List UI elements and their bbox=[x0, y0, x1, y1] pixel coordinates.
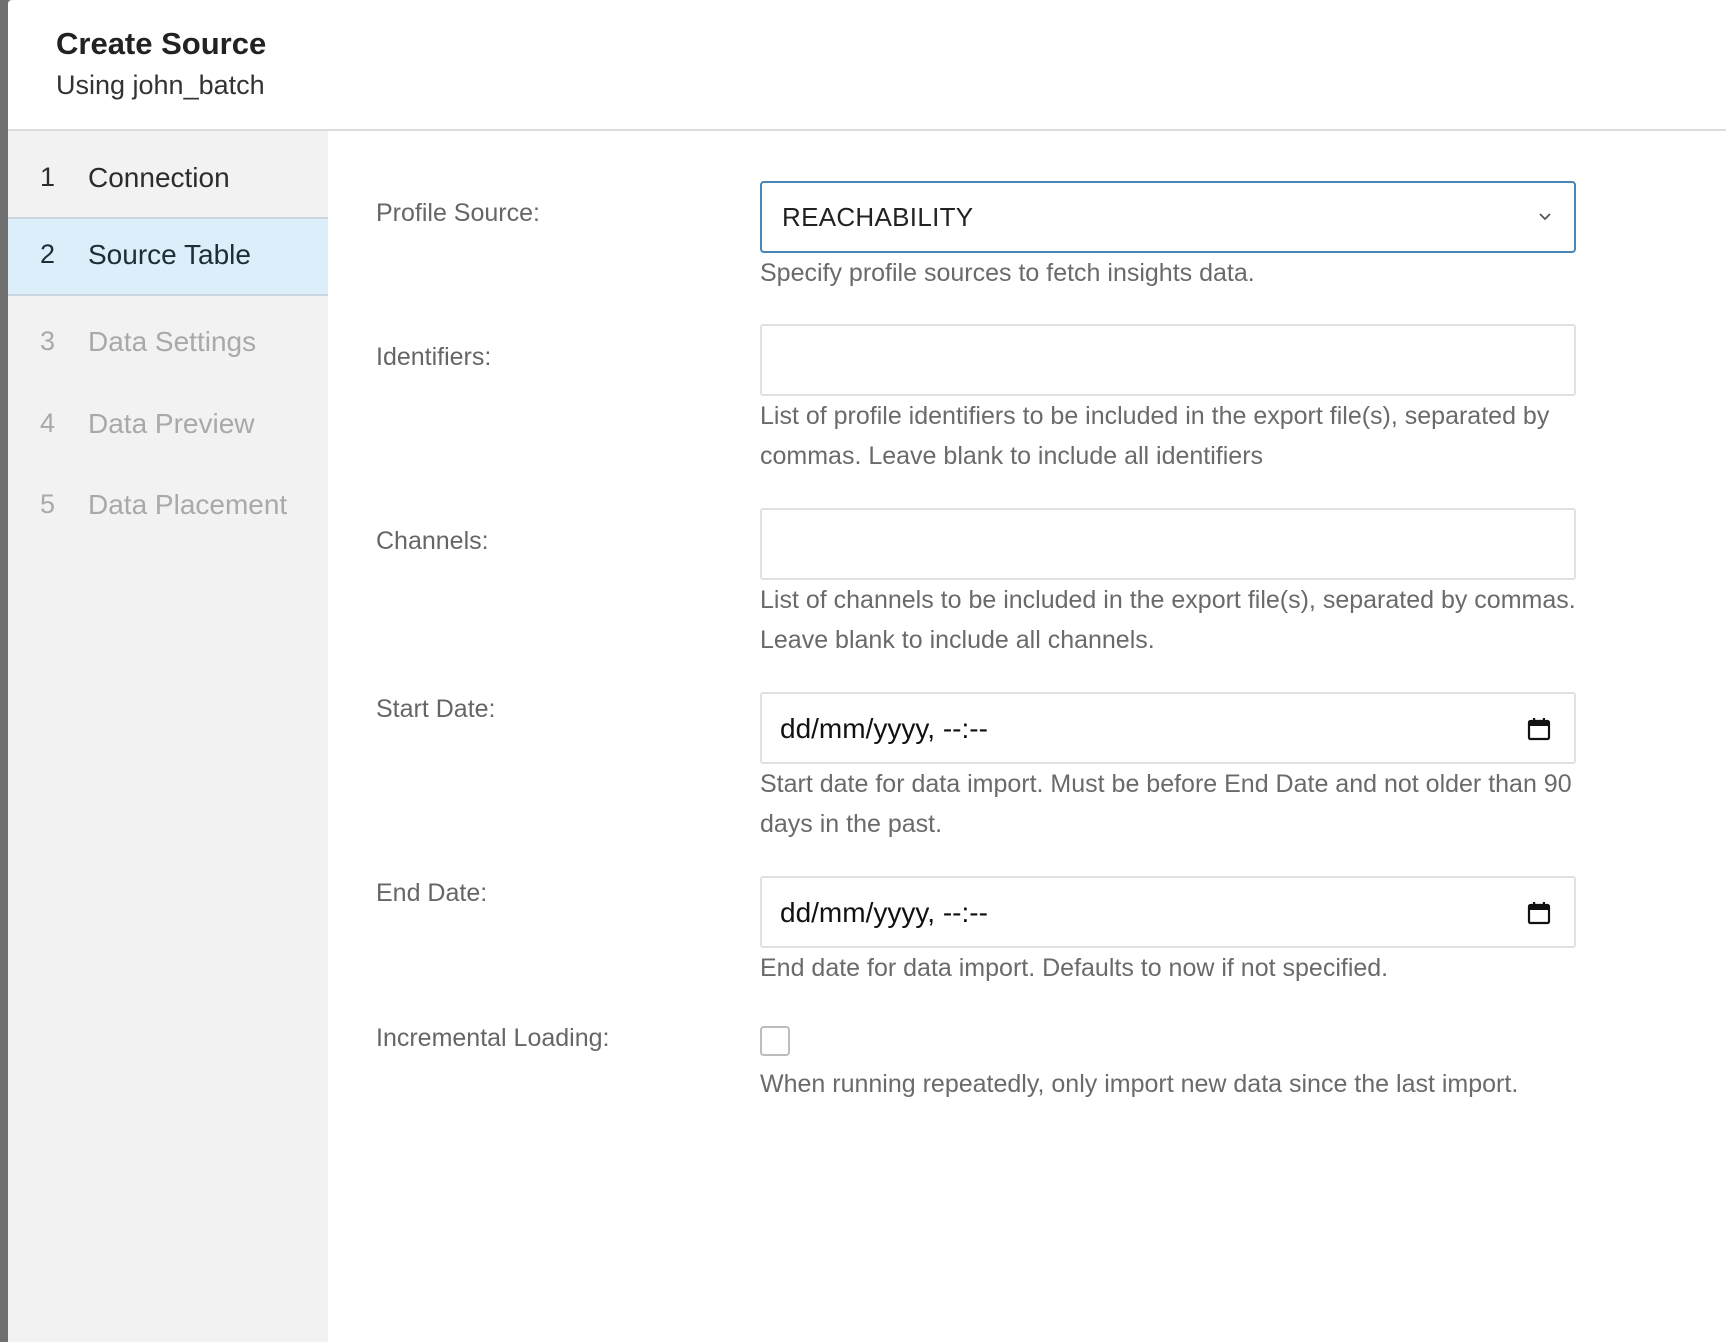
identifiers-help: List of profile identifiers to be includ… bbox=[760, 402, 1550, 470]
start-date-input[interactable]: dd/mm/yyyy, --:-- bbox=[760, 692, 1576, 764]
calendar-icon[interactable] bbox=[1526, 716, 1552, 742]
step-number: 4 bbox=[40, 408, 56, 438]
end-date-label: End Date: bbox=[376, 879, 488, 907]
step-label: Data Preview bbox=[88, 408, 255, 439]
step-label: Connection bbox=[88, 162, 230, 193]
start-date-value: dd/mm/yyyy, --:-- bbox=[780, 713, 988, 744]
incremental-loading-checkbox[interactable] bbox=[760, 1026, 790, 1056]
channels-help: List of channels to be included in the e… bbox=[760, 586, 1576, 654]
incremental-loading-field: When running repeatedly, only import new… bbox=[760, 1026, 1576, 1126]
modal-title: Create Source bbox=[56, 26, 267, 61]
profile-source-field: REACHABILITY Specify profile sources to … bbox=[760, 181, 1576, 301]
create-source-modal: Create Source Using john_batch 1 Connect… bbox=[8, 0, 1726, 1342]
form-content: Profile Source: REACHABILITY Specify pro… bbox=[328, 131, 1726, 1342]
channels-box bbox=[760, 508, 1576, 580]
start-date-help: Start date for data import. Must be befo… bbox=[760, 770, 1572, 838]
step-number: 1 bbox=[40, 162, 56, 192]
step-number: 3 bbox=[40, 326, 56, 356]
end-date-field: dd/mm/yyyy, --:-- End date for data impo… bbox=[760, 876, 1576, 996]
incremental-loading-help: When running repeatedly, only import new… bbox=[760, 1070, 1519, 1098]
step-data-placement: 5 Data Placement bbox=[8, 467, 328, 547]
wizard-steps-sidebar: 1 Connection 2 Source Table 3 Data Setti… bbox=[8, 131, 328, 1342]
incremental-loading-label: Incremental Loading: bbox=[376, 1024, 610, 1052]
calendar-icon[interactable] bbox=[1526, 900, 1552, 926]
step-label: Data Placement bbox=[88, 489, 288, 520]
profile-source-help: Specify profile sources to fetch insight… bbox=[760, 259, 1255, 287]
step-data-preview: 4 Data Preview bbox=[8, 386, 328, 466]
step-number: 5 bbox=[40, 489, 56, 519]
identifiers-label: Identifiers: bbox=[376, 343, 492, 371]
start-date-label: Start Date: bbox=[376, 695, 496, 723]
step-label: Source Table bbox=[88, 239, 251, 270]
backdrop bbox=[0, 0, 8, 1342]
step-label: Data Settings bbox=[88, 326, 257, 357]
profile-source-label: Profile Source: bbox=[376, 199, 540, 227]
profile-source-select[interactable]: REACHABILITY bbox=[760, 181, 1576, 253]
end-date-input[interactable]: dd/mm/yyyy, --:-- bbox=[760, 876, 1576, 948]
step-source-table[interactable]: 2 Source Table bbox=[8, 217, 328, 296]
profile-source-value: REACHABILITY bbox=[782, 202, 974, 232]
identifiers-field: List of profile identifiers to be includ… bbox=[760, 324, 1576, 484]
step-number: 2 bbox=[40, 239, 56, 269]
channels-field: List of channels to be included in the e… bbox=[760, 508, 1576, 668]
end-date-value: dd/mm/yyyy, --:-- bbox=[780, 897, 988, 928]
identifiers-box bbox=[760, 324, 1576, 396]
modal-header: Create Source Using john_batch bbox=[8, 0, 1726, 131]
identifiers-input[interactable] bbox=[762, 326, 1574, 394]
step-data-settings: 3 Data Settings bbox=[8, 304, 328, 384]
chevron-down-icon bbox=[1539, 213, 1551, 221]
step-connection[interactable]: 1 Connection bbox=[8, 140, 328, 220]
end-date-help: End date for data import. Defaults to no… bbox=[760, 954, 1389, 982]
modal-subtitle: Using john_batch bbox=[56, 70, 265, 100]
channels-label: Channels: bbox=[376, 527, 489, 555]
channels-input[interactable] bbox=[762, 510, 1574, 578]
start-date-field: dd/mm/yyyy, --:-- Start date for data im… bbox=[760, 692, 1576, 852]
